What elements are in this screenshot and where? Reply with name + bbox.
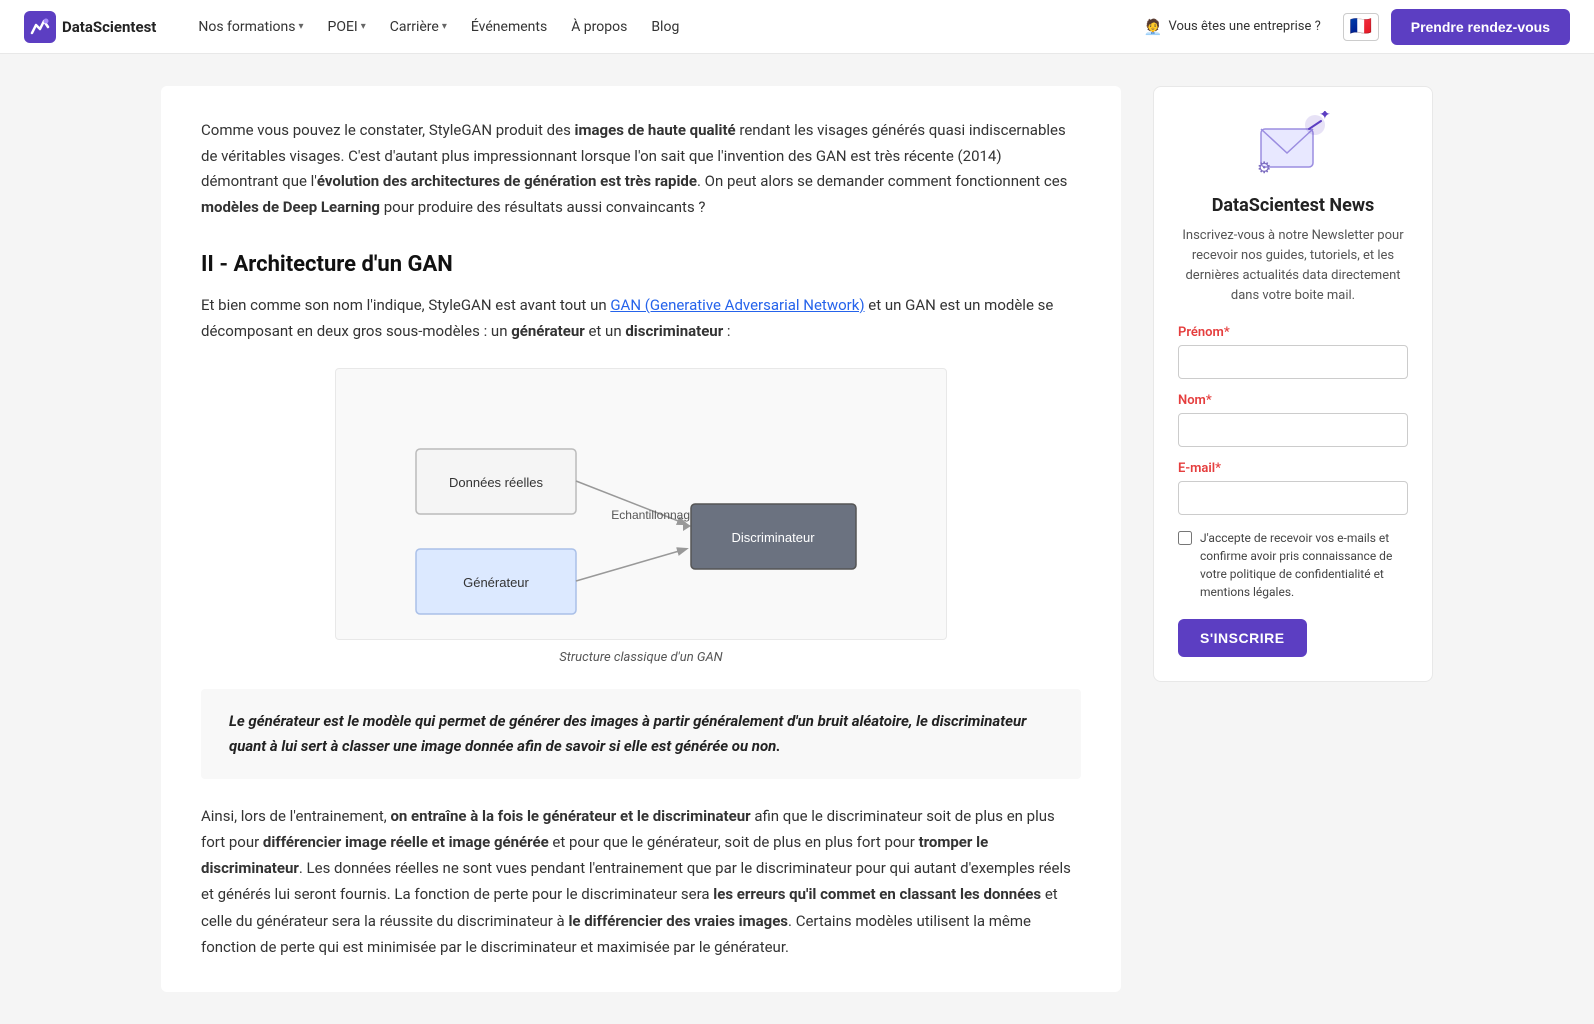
body-paragraph: Ainsi, lors de l'entrainement, on entraî… xyxy=(201,803,1081,961)
quote-text: Le générateur est le modèle qui permet d… xyxy=(229,709,1053,759)
echantillonnage-label: Echantillonnage xyxy=(611,508,697,522)
intro-paragraph: Comme vous pouvez le constater, StyleGAN… xyxy=(201,118,1081,220)
language-flag-button[interactable]: 🇫🇷 xyxy=(1343,13,1379,41)
newsletter-card: ✦ ⚙ DataScientest News Inscrivez-vous à … xyxy=(1153,86,1433,682)
newsletter-icon-wrap: ✦ ⚙ xyxy=(1178,111,1408,181)
nom-required: * xyxy=(1206,393,1212,408)
discriminateur-label: Discriminateur xyxy=(731,530,815,545)
email-field: E-mail* xyxy=(1178,461,1408,515)
email-label: E-mail* xyxy=(1178,461,1408,476)
section-intro: Et bien comme son nom l'indique, StyleGA… xyxy=(201,293,1081,344)
prenom-required: * xyxy=(1224,325,1230,340)
chevron-down-icon: ▾ xyxy=(442,21,447,32)
nav-evenements[interactable]: Événements xyxy=(461,13,557,41)
chevron-down-icon: ▾ xyxy=(298,21,303,32)
gan-link[interactable]: GAN (Generative Adversarial Network) xyxy=(610,296,864,314)
header: DataScientest Nos formations ▾ POEI ▾ Ca… xyxy=(0,0,1594,54)
enterprise-icon: 🧑‍💼 xyxy=(1144,18,1163,36)
logo-text: DataScientest xyxy=(62,18,156,36)
email-required: * xyxy=(1215,461,1221,476)
nav-a-propos[interactable]: À propos xyxy=(561,13,637,41)
svg-text:⚙: ⚙ xyxy=(1257,158,1271,177)
prendre-rendez-vous-button[interactable]: Prendre rendez-vous xyxy=(1391,9,1570,45)
nav-poei[interactable]: POEI ▾ xyxy=(318,13,376,41)
newsletter-title: DataScientest News xyxy=(1178,195,1408,216)
email-input[interactable] xyxy=(1178,481,1408,515)
consent-label: J'accepte de recevoir vos e-mails et con… xyxy=(1200,529,1408,601)
prenom-field: Prénom* xyxy=(1178,325,1408,379)
section-heading: II - Architecture d'un GAN xyxy=(201,252,1081,277)
flag-icon: 🇫🇷 xyxy=(1350,16,1372,37)
main-nav: Nos formations ▾ POEI ▾ Carrière ▾ Événe… xyxy=(188,13,1133,41)
gan-diagram-container: Données réelles Générateur Echantillonna… xyxy=(201,368,1081,665)
consent-checkbox[interactable] xyxy=(1178,531,1192,545)
diagram-caption: Structure classique d'un GAN xyxy=(559,650,722,665)
prenom-input[interactable] xyxy=(1178,345,1408,379)
quote-block: Le générateur est le modèle qui permet d… xyxy=(201,689,1081,779)
newsletter-description: Inscrivez-vous à notre Newsletter pour r… xyxy=(1178,226,1408,307)
gan-diagram-svg: Données réelles Générateur Echantillonna… xyxy=(376,389,906,619)
nav-carriere[interactable]: Carrière ▾ xyxy=(380,13,457,41)
nom-field: Nom* xyxy=(1178,393,1408,447)
consent-row: J'accepte de recevoir vos e-mails et con… xyxy=(1178,529,1408,601)
newsletter-icon: ✦ ⚙ xyxy=(1253,111,1333,181)
header-right: 🧑‍💼 Vous êtes une entreprise ? 🇫🇷 Prendr… xyxy=(1134,9,1570,45)
nav-nos-formations[interactable]: Nos formations ▾ xyxy=(188,13,313,41)
subscribe-button[interactable]: S'INSCRIRE xyxy=(1178,619,1307,657)
nom-label: Nom* xyxy=(1178,393,1408,408)
chevron-down-icon: ▾ xyxy=(361,21,366,32)
enterprise-button[interactable]: 🧑‍💼 Vous êtes une entreprise ? xyxy=(1134,12,1331,42)
logo-icon xyxy=(24,11,56,43)
page-layout: Comme vous pouvez le constater, StyleGAN… xyxy=(137,54,1457,1024)
generateur-label: Générateur xyxy=(463,575,529,590)
donnees-label: Données réelles xyxy=(449,475,543,490)
prenom-label: Prénom* xyxy=(1178,325,1408,340)
sidebar: ✦ ⚙ DataScientest News Inscrivez-vous à … xyxy=(1153,86,1433,682)
nom-input[interactable] xyxy=(1178,413,1408,447)
main-content: Comme vous pouvez le constater, StyleGAN… xyxy=(161,86,1121,992)
svg-text:✦: ✦ xyxy=(1319,111,1331,123)
nav-blog[interactable]: Blog xyxy=(641,13,689,41)
diagram-svg-wrap: Données réelles Générateur Echantillonna… xyxy=(335,368,947,640)
logo[interactable]: DataScientest xyxy=(24,11,156,43)
